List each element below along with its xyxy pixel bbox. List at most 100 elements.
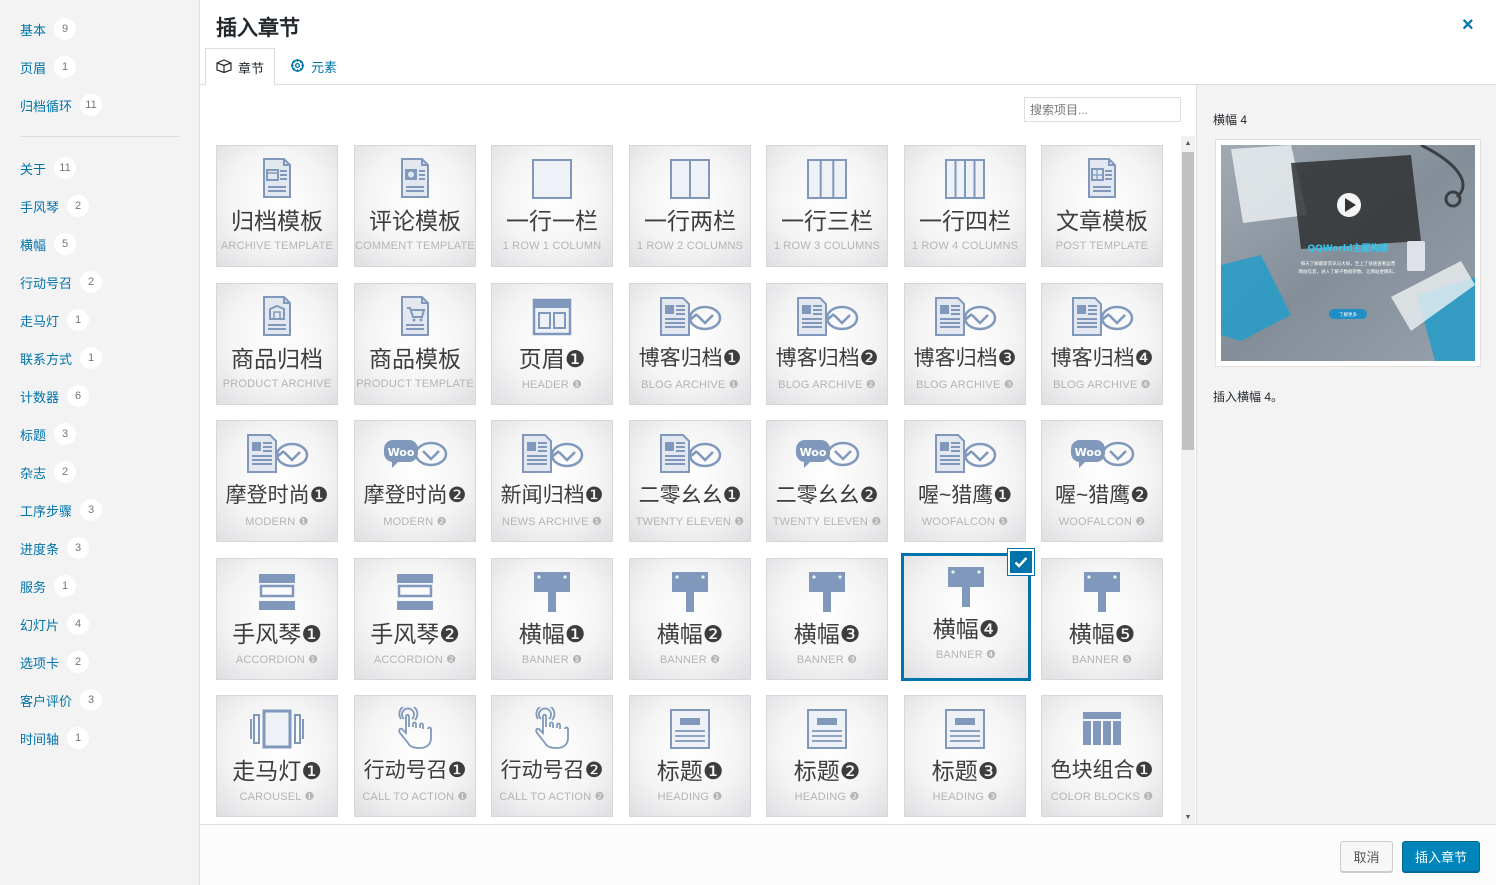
- close-icon[interactable]: ×: [1462, 14, 1474, 36]
- accordion-icon: [355, 569, 475, 615]
- category-label: 计数器: [20, 389, 60, 405]
- category-count-badge: 1: [80, 347, 103, 369]
- category-label: 归档循环: [20, 98, 73, 114]
- section-tile-subtitle: MODERN ❶: [245, 516, 309, 528]
- section-tile[interactable]: 标题❷ HEADING ❷: [766, 695, 888, 817]
- category-item[interactable]: 时间轴 1: [20, 726, 90, 750]
- section-tile[interactable]: 博客归档❸ BLOG ARCHIVE ❸: [904, 283, 1026, 405]
- category-label: 走马灯: [20, 313, 60, 329]
- category-item[interactable]: 走马灯 1: [20, 308, 90, 332]
- scroll-down-arrow-icon[interactable]: ▼: [1181, 810, 1195, 824]
- category-item[interactable]: 幻灯片 4: [20, 612, 90, 636]
- section-tile-subtitle: WOOFALCON ❷: [1058, 516, 1146, 528]
- section-tile[interactable]: 标题❸ HEADING ❸: [904, 695, 1026, 817]
- category-item[interactable]: 联系方式 1: [20, 346, 103, 370]
- section-tile[interactable]: 横幅❺ BANNER ❺: [1041, 558, 1163, 680]
- category-label: 关于: [20, 161, 47, 177]
- category-item[interactable]: 服务 1: [20, 574, 77, 598]
- three-columns-icon: [767, 156, 887, 202]
- category-item[interactable]: 计数器 6: [20, 384, 90, 408]
- category-count-badge: 1: [54, 575, 77, 597]
- section-tile[interactable]: Woo 喔~猎鹰❷ WOOFALCON ❷: [1041, 420, 1163, 542]
- section-tile[interactable]: 评论模板 COMMENT TEMPLATE: [354, 145, 476, 267]
- product-archive-icon: [217, 294, 337, 340]
- search-input[interactable]: [1024, 97, 1181, 122]
- section-tile[interactable]: 博客归档❷ BLOG ARCHIVE ❷: [766, 283, 888, 405]
- preview-text-2: 网站信息，进入了解子数据参数，让网站更精彩。: [1299, 268, 1398, 275]
- heading-icon: [767, 706, 887, 752]
- section-tile[interactable]: 行动号召❶ CALL TO ACTION ❶: [354, 695, 476, 817]
- section-tile[interactable]: 二零幺幺❶ TWENTY ELEVEN ❶: [629, 420, 751, 542]
- comment-doc-icon: [355, 156, 475, 202]
- section-tile[interactable]: 一行四栏 1 ROW 4 COLUMNS: [904, 145, 1026, 267]
- tab-elements[interactable]: 元素: [280, 48, 347, 85]
- category-item[interactable]: 横幅 5: [20, 232, 77, 256]
- category-count-badge: 3: [67, 537, 90, 559]
- section-tile[interactable]: 页眉❶ HEADER ❶: [491, 283, 613, 405]
- section-tile[interactable]: 行动号召❷ CALL TO ACTION ❷: [491, 695, 613, 817]
- section-tile-name: 喔~猎鹰❷: [1054, 484, 1150, 507]
- section-tile[interactable]: 走马灯❶ CAROUSEL ❶: [216, 695, 338, 817]
- section-tile-subtitle: HEADER ❶: [521, 379, 583, 391]
- category-item[interactable]: 基本 9: [20, 17, 77, 41]
- preview-button: 了解更多: [1339, 311, 1357, 318]
- tab-sections[interactable]: 章节: [205, 48, 276, 86]
- woo-archive-icon: Woo: [1042, 431, 1162, 477]
- banner-sign-icon: [767, 569, 887, 615]
- category-item[interactable]: 关于 11: [20, 156, 77, 180]
- cancel-button[interactable]: 取消: [1340, 841, 1393, 872]
- hand-tap-icon: [355, 706, 475, 752]
- section-tile-name: 商品归档: [231, 346, 323, 372]
- section-tile[interactable]: 标题❶ HEADING ❶: [629, 695, 751, 817]
- category-item[interactable]: 杂志 2: [20, 460, 77, 484]
- blog-archive-icon: [630, 294, 750, 340]
- category-sidebar: 基本 9 页眉 1 归档循环 11 关于 11 手风琴 2 横幅 5 行动号召 2 走马灯 1 联系方式 1 计数器…: [0, 0, 200, 885]
- category-item[interactable]: 归档循环 11: [20, 93, 103, 117]
- category-item[interactable]: 进度条 3: [20, 536, 90, 560]
- section-tile[interactable]: 手风琴❶ ACCORDION ❶: [216, 558, 338, 680]
- section-tile[interactable]: 横幅❸ BANNER ❸: [766, 558, 888, 680]
- section-tile[interactable]: 博客归档❹ BLOG ARCHIVE ❹: [1041, 283, 1163, 405]
- section-tile[interactable]: 一行一栏 1 ROW 1 COLUMN: [491, 145, 613, 267]
- category-item[interactable]: 标题 3: [20, 422, 77, 446]
- section-tile[interactable]: 文章模板 POST TEMPLATE: [1041, 145, 1163, 267]
- section-tile-name: 博客归档❹: [1050, 347, 1154, 370]
- section-tile[interactable]: 博客归档❶ BLOG ARCHIVE ❶: [629, 283, 751, 405]
- grid-scrollbar[interactable]: ▲ ▼: [1181, 136, 1195, 824]
- category-item[interactable]: 工序步骤 3: [20, 498, 103, 522]
- section-tile[interactable]: 商品归档 PRODUCT ARCHIVE: [216, 283, 338, 405]
- section-tile[interactable]: 一行三栏 1 ROW 3 COLUMNS: [766, 145, 888, 267]
- section-tile[interactable]: Woo 摩登时尚❷ MODERN ❷: [354, 420, 476, 542]
- category-item[interactable]: 手风琴 2: [20, 194, 90, 218]
- section-tile-subtitle: WOOFALCON ❶: [921, 516, 1009, 528]
- section-tile-name: 横幅❺: [1068, 621, 1136, 647]
- section-tile-name: 归档模板: [231, 208, 323, 234]
- section-tile[interactable]: 横幅❷ BANNER ❷: [629, 558, 751, 680]
- section-tile[interactable]: 手风琴❷ ACCORDION ❷: [354, 558, 476, 680]
- scroll-up-arrow-icon[interactable]: ▲: [1181, 136, 1195, 150]
- section-tile[interactable]: 新闻归档❶ NEWS ARCHIVE ❶: [491, 420, 613, 542]
- category-item[interactable]: 页眉 1: [20, 55, 77, 79]
- section-tile[interactable]: 一行两栏 1 ROW 2 COLUMNS: [629, 145, 751, 267]
- section-tile-subtitle: BANNER ❹: [935, 649, 997, 661]
- preview-text-1: 每天了解最新资讯与大局，至上了快速查看运营: [1301, 260, 1396, 267]
- section-tile[interactable]: Woo 二零幺幺❷ TWENTY ELEVEN ❷: [766, 420, 888, 542]
- section-tile-subtitle: HEADING ❶: [657, 791, 723, 803]
- section-tile-subtitle: COLOR BLOCKS ❶: [1050, 791, 1154, 803]
- category-item[interactable]: 行动号召 2: [20, 270, 103, 294]
- section-tile[interactable]: 商品模板 PRODUCT TEMPLATE: [354, 283, 476, 405]
- category-label: 进度条: [20, 541, 60, 557]
- category-count-badge: 11: [54, 157, 77, 179]
- category-label: 手风琴: [20, 199, 60, 215]
- category-item[interactable]: 客户评价 3: [20, 688, 103, 712]
- section-tile[interactable]: 摩登时尚❶ MODERN ❶: [216, 420, 338, 542]
- scroll-thumb[interactable]: [1182, 152, 1194, 450]
- insert-section-button[interactable]: 插入章节: [1402, 841, 1480, 872]
- section-tile[interactable]: 归档模板 ARCHIVE TEMPLATE: [216, 145, 338, 267]
- section-tile[interactable]: 横幅❶ BANNER ❶: [491, 558, 613, 680]
- blog-archive-icon: [767, 294, 887, 340]
- category-item[interactable]: 选项卡 2: [20, 650, 90, 674]
- section-tile[interactable]: 喔~猎鹰❶ WOOFALCON ❶: [904, 420, 1026, 542]
- section-tile[interactable]: 色块组合❶ COLOR BLOCKS ❶: [1041, 695, 1163, 817]
- section-tile-subtitle: 1 ROW 4 COLUMNS: [911, 240, 1019, 252]
